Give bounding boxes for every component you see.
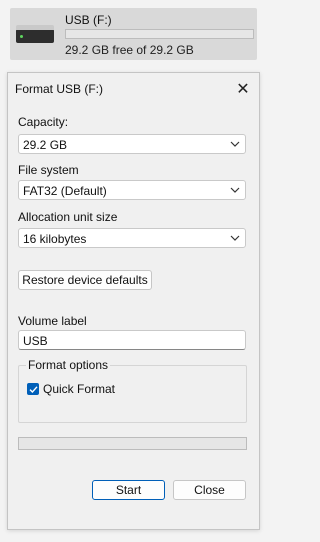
chevron-down-icon [230, 229, 240, 250]
file-system-value: FAT32 (Default) [23, 184, 107, 198]
format-progress-bar [18, 437, 247, 450]
volume-label-input[interactable]: USB [18, 330, 246, 350]
capacity-label: Capacity: [18, 115, 69, 129]
allocation-value: 16 kilobytes [23, 232, 87, 246]
format-options-group: Format options Quick Format [18, 358, 247, 423]
quick-format-checkbox[interactable] [27, 383, 39, 395]
close-button[interactable]: Close [173, 480, 246, 500]
volume-label-value: USB [23, 334, 48, 348]
drive-usage-bar [65, 29, 254, 39]
file-system-label: File system [18, 163, 79, 177]
allocation-select[interactable]: 16 kilobytes [18, 228, 246, 248]
capacity-select[interactable]: 29.2 GB [18, 134, 246, 154]
allocation-label: Allocation unit size [18, 210, 118, 224]
drive-led-icon [20, 35, 23, 38]
start-button[interactable]: Start [92, 480, 165, 500]
quick-format-label[interactable]: Quick Format [43, 382, 115, 396]
volume-label-label: Volume label [18, 314, 87, 328]
format-dialog: Format USB (F:) ✕ Capacity: 29.2 GB File… [7, 72, 260, 530]
drive-name: USB (F:) [65, 13, 112, 27]
capacity-value: 29.2 GB [23, 138, 68, 152]
format-options-legend: Format options [26, 358, 111, 372]
chevron-down-icon [230, 135, 240, 156]
drive-tile[interactable]: USB (F:) 29.2 GB free of 29.2 GB [10, 8, 257, 60]
drive-free-space: 29.2 GB free of 29.2 GB [65, 43, 194, 57]
close-icon[interactable]: ✕ [233, 79, 253, 99]
chevron-down-icon [230, 181, 240, 202]
restore-defaults-button[interactable]: Restore device defaults [18, 270, 152, 290]
dialog-title: Format USB (F:) [15, 82, 104, 96]
file-system-select[interactable]: FAT32 (Default) [18, 180, 246, 200]
usb-drive-icon [16, 25, 54, 43]
checkmark-icon [29, 385, 38, 393]
